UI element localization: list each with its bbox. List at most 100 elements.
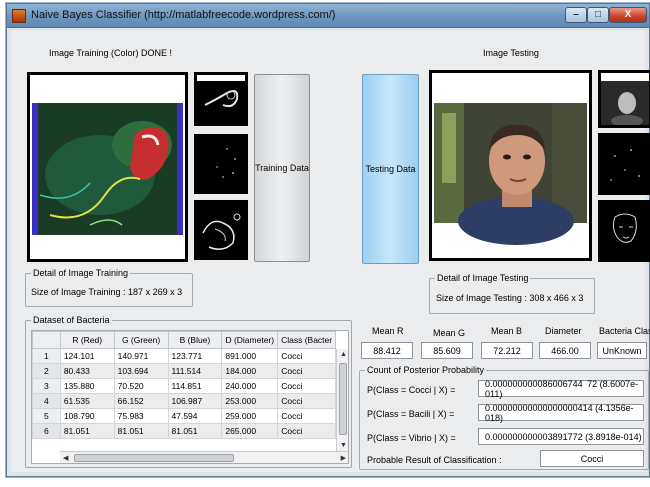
mean-g-field[interactable]: 85.609 (421, 342, 473, 359)
training-detail-group: Detail of Image Training Size of Image T… (25, 268, 193, 307)
testing-thumb-2-image (601, 136, 649, 192)
table-row[interactable]: 6 81.051 81.051 81.051 265.000 Cocci (32, 423, 336, 439)
result-field[interactable]: Cocci (540, 450, 644, 467)
training-thumb-1 (194, 72, 248, 126)
cell-blue[interactable]: 47.594 (167, 408, 223, 424)
scroll-right-icon[interactable]: ▶ (341, 454, 346, 462)
testing-data-button[interactable]: Testing Data (362, 74, 419, 264)
training-size-text: Size of Image Training : 187 x 269 x 3 (31, 287, 183, 297)
app-window: Naive Bayes Classifier (http://matlabfre… (6, 3, 650, 477)
table-horizontal-scrollbar[interactable]: ◀ ▶ (60, 451, 348, 463)
table-row[interactable]: 4 61.535 66.152 106.987 253.000 Cocci (32, 393, 336, 409)
cell-green[interactable]: 140.971 (113, 348, 169, 364)
cell-diameter[interactable]: 253.000 (221, 393, 279, 409)
training-image-axes (30, 75, 185, 259)
table-row[interactable]: 5 108.790 75.983 47.594 259.000 Cocci (32, 408, 336, 424)
table-row[interactable]: 1 124.101 140.971 123.771 891.000 Cocci (32, 348, 336, 364)
scroll-up-icon[interactable]: ▲ (340, 351, 347, 358)
training-thumb-3 (194, 200, 248, 260)
row-number: 5 (32, 408, 61, 424)
testing-thumb-1-image (601, 73, 649, 127)
diameter-field[interactable]: 466.00 (539, 342, 591, 359)
table-header-row: R (Red) G (Green) B (Blue) D (Diameter) … (32, 331, 336, 349)
testing-data-button-label: Testing Data (365, 164, 416, 174)
cell-blue[interactable]: 106.987 (167, 393, 223, 409)
training-detail-legend: Detail of Image Training (31, 268, 131, 278)
cell-blue[interactable]: 111.514 (167, 363, 223, 379)
prob-bacili-label: P(Class = Bacili | X) = (367, 409, 455, 419)
mean-r-field[interactable]: 88.412 (361, 342, 413, 359)
diameter-header: Diameter (545, 326, 582, 336)
cell-blue[interactable]: 81.051 (167, 423, 223, 439)
scroll-down-icon[interactable]: ▼ (340, 442, 347, 449)
cell-diameter[interactable]: 891.000 (221, 348, 279, 364)
testing-title-label: Image Testing (483, 48, 539, 58)
title-bar[interactable]: Naive Bayes Classifier (http://matlabfre… (7, 4, 649, 28)
thumb-3-image (197, 203, 245, 257)
minimize-button[interactable]: – (565, 7, 587, 23)
prob-vibrio-label: P(Class = Vibrio | X) = (367, 433, 456, 443)
cell-class[interactable]: Cocci (277, 378, 336, 394)
column-header[interactable]: B (Blue) (167, 331, 223, 349)
maximize-icon: □ (594, 9, 602, 20)
cell-diameter[interactable]: 265.000 (221, 423, 279, 439)
table-row[interactable]: 3 135.880 70.520 114.851 240.000 Cocci (32, 378, 336, 394)
training-data-button-label: Training Data (255, 163, 309, 173)
column-header[interactable]: D (Diameter) (221, 331, 279, 349)
maximize-button[interactable]: □ (587, 7, 609, 23)
training-data-button[interactable]: Training Data (254, 74, 310, 262)
cell-green[interactable]: 66.152 (113, 393, 169, 409)
testing-thumb-3-image (601, 203, 649, 259)
cell-green[interactable]: 75.983 (113, 408, 169, 424)
vertical-scroll-thumb[interactable] (339, 363, 347, 435)
cell-green[interactable]: 103.694 (113, 363, 169, 379)
cell-diameter[interactable]: 240.000 (221, 378, 279, 394)
cell-blue[interactable]: 114.851 (167, 378, 223, 394)
row-header-corner (32, 331, 61, 349)
prob-vibrio-field[interactable]: 0.000000000003891772 (3.8918e-014) (478, 428, 644, 445)
window-title: Naive Bayes Classifier (http://matlabfre… (31, 9, 336, 21)
column-header[interactable]: R (Red) (59, 331, 115, 349)
row-number: 1 (32, 348, 61, 364)
bacteria-class-field[interactable]: UnKnown (597, 342, 647, 359)
testing-detail-group: Detail of Image Testing Size of Image Te… (429, 273, 595, 314)
cell-class[interactable]: Cocci (277, 348, 336, 364)
testing-thumb-1 (598, 70, 650, 128)
table-row[interactable]: 2 80.433 103.694 111.514 184.000 Cocci (32, 363, 336, 379)
cell-green[interactable]: 81.051 (113, 423, 169, 439)
cell-class[interactable]: Cocci (277, 423, 336, 439)
cell-red[interactable]: 108.790 (59, 408, 115, 424)
cell-red[interactable]: 61.535 (59, 393, 115, 409)
cell-red[interactable]: 80.433 (59, 363, 115, 379)
dataset-legend: Dataset of Bacteria (31, 315, 112, 325)
cell-red[interactable]: 124.101 (59, 348, 115, 364)
dataset-table: R (Red) G (Green) B (Blue) D (Diameter) … (32, 331, 336, 439)
cell-class[interactable]: Cocci (277, 363, 336, 379)
prob-cocci-field[interactable]: 0.000000000086006744 72 (8.6007e-011) (478, 379, 644, 399)
cell-diameter[interactable]: 184.000 (221, 363, 279, 379)
scroll-left-icon[interactable]: ◀ (63, 454, 68, 462)
table-vertical-scrollbar[interactable]: ▲ ▼ (336, 349, 348, 451)
row-number: 3 (32, 378, 61, 394)
cell-diameter[interactable]: 259.000 (221, 408, 279, 424)
cell-red[interactable]: 81.051 (59, 423, 115, 439)
column-header[interactable]: G (Green) (113, 331, 169, 349)
mean-b-field[interactable]: 72.212 (481, 342, 533, 359)
cell-blue[interactable]: 123.771 (167, 348, 223, 364)
column-header[interactable]: Class (Bacter (277, 331, 336, 349)
result-label: Probable Result of Classification : (367, 455, 502, 465)
training-image-frame (27, 72, 188, 262)
cell-class[interactable]: Cocci (277, 408, 336, 424)
close-button[interactable]: X (609, 7, 647, 23)
cell-green[interactable]: 70.520 (113, 378, 169, 394)
posterior-legend: Count of Posterior Probability (365, 365, 487, 375)
testing-thumb-3 (598, 200, 650, 262)
horizontal-scroll-thumb[interactable] (74, 454, 234, 462)
bacteria-training-image (30, 75, 185, 259)
training-status-label: Image Training (Color) DONE ! (49, 48, 173, 58)
posterior-group: Count of Posterior Probability P(Class =… (359, 365, 649, 470)
cell-red[interactable]: 135.880 (59, 378, 115, 394)
thumb-2-image (197, 137, 245, 191)
cell-class[interactable]: Cocci (277, 393, 336, 409)
prob-bacili-field[interactable]: 0.00000000000000000414 (4.1356e-018) (478, 403, 644, 423)
